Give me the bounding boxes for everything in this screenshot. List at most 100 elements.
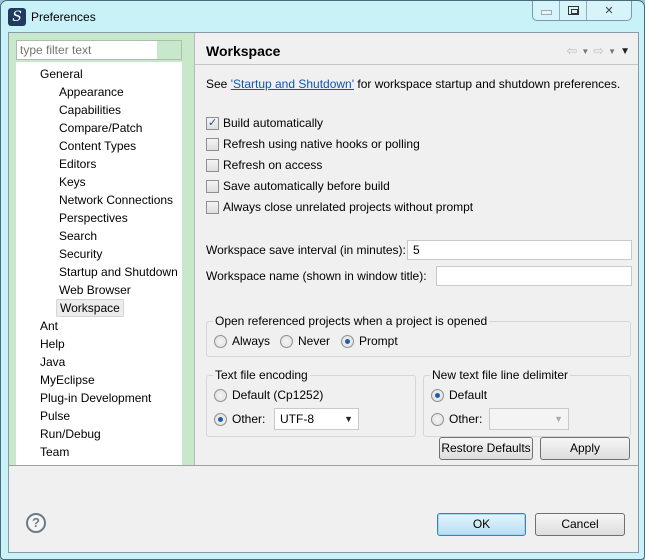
left-panel: GeneralAppearanceCapabilitiesCompare/Pat… <box>9 33 194 465</box>
tree-item-help[interactable]: Help <box>37 335 68 353</box>
dialog-body: GeneralAppearanceCapabilitiesCompare/Pat… <box>8 32 639 553</box>
save-interval-input[interactable] <box>407 240 632 260</box>
minimize-icon <box>540 10 552 15</box>
refresh-native-hooks-checkbox[interactable]: Refresh using native hooks or polling <box>206 136 420 152</box>
tree-item-compare-patch[interactable]: Compare/Patch <box>56 119 145 137</box>
delimiter-other-radio[interactable]: Other: <box>431 412 482 426</box>
tree-item-general[interactable]: General <box>37 65 86 83</box>
checkbox-box[interactable] <box>206 116 219 130</box>
tree-item-editors[interactable]: Editors <box>56 155 99 173</box>
view-menu-icon[interactable]: ▼ <box>620 46 630 57</box>
cancel-button[interactable]: Cancel <box>535 513 625 536</box>
encoding-value: UTF-8 <box>280 412 314 426</box>
radio-always[interactable]: Always <box>214 334 270 348</box>
tree-item-startup-and-shutdown[interactable]: Startup and Shutdown <box>56 263 181 281</box>
line-delimiter-group: New text file line delimiter Default Oth… <box>423 368 631 437</box>
filter-clear-area <box>157 41 181 59</box>
radio-label: Never <box>298 334 331 348</box>
app-logo-icon: S <box>8 8 26 26</box>
startup-shutdown-link[interactable]: 'Startup and Shutdown' <box>231 77 354 91</box>
tree-item-capabilities[interactable]: Capabilities <box>56 101 124 119</box>
close-unrelated-projects-checkbox[interactable]: Always close unrelated projects without … <box>206 199 473 215</box>
help-icon[interactable]: ? <box>26 513 46 533</box>
radio-button[interactable] <box>280 334 293 348</box>
checkbox-box[interactable] <box>206 200 219 214</box>
minimize-button[interactable] <box>533 1 560 20</box>
checkbox-label: Build automatically <box>223 116 324 130</box>
radio-label: Other: <box>449 412 483 426</box>
radio-label: Default (Cp1252) <box>232 388 324 402</box>
radio-label: Other: <box>232 412 266 426</box>
checkbox-box[interactable] <box>206 137 219 151</box>
radio-never[interactable]: Never <box>280 334 330 348</box>
radio-label: Default <box>449 388 488 402</box>
checkbox-box[interactable] <box>206 158 219 172</box>
title-bar[interactable]: S Preferences ✕ <box>1 1 644 33</box>
refresh-on-access-checkbox[interactable]: Refresh on access <box>206 157 322 173</box>
checkbox-label: Save automatically before build <box>223 179 390 193</box>
tree-item-myeclipse[interactable]: MyEclipse <box>37 371 98 389</box>
tree-item-plug-in-development[interactable]: Plug-in Development <box>37 389 154 407</box>
radio-button[interactable] <box>341 334 354 348</box>
restore-defaults-button[interactable]: Restore Defaults <box>439 437 533 460</box>
tree-item-workspace[interactable]: Workspace <box>56 299 124 317</box>
radio-label: Prompt <box>359 334 398 348</box>
tree-item-perspectives[interactable]: Perspectives <box>56 209 131 227</box>
tree-item-team[interactable]: Team <box>37 443 72 461</box>
right-panel: Workspace ⇦ ▼ ⇨ ▼ ▼ See 'Startup and Shu… <box>195 33 638 465</box>
tree-item-security[interactable]: Security <box>56 245 105 263</box>
maximize-button[interactable] <box>560 1 587 20</box>
page-header: Workspace ⇦ ▼ ⇨ ▼ ▼ <box>195 33 638 65</box>
tree-item-run-debug[interactable]: Run/Debug <box>37 425 104 443</box>
checkbox-label: Refresh on access <box>223 158 323 172</box>
text-file-encoding-group: Text file encoding Default (Cp1252) Othe… <box>206 368 416 437</box>
window-title: Preferences <box>31 10 96 24</box>
tree-item-appearance[interactable]: Appearance <box>56 83 127 101</box>
ok-button[interactable]: OK <box>437 513 526 536</box>
close-icon: ✕ <box>604 5 614 17</box>
description-text: See 'Startup and Shutdown' for workspace… <box>206 77 620 91</box>
open-referenced-projects-group: Open referenced projects when a project … <box>206 314 631 357</box>
encoding-other-radio[interactable]: Other: <box>214 412 265 426</box>
tree-item-keys[interactable]: Keys <box>56 173 89 191</box>
radio-button[interactable] <box>431 388 444 402</box>
delimiter-default-radio[interactable]: Default <box>431 388 487 402</box>
radio-button[interactable] <box>214 412 227 426</box>
back-history-dropdown-icon[interactable]: ▼ <box>581 47 589 56</box>
preferences-window: S Preferences ✕ GeneralAppearanceCapabil… <box>0 0 645 560</box>
tree-item-pulse[interactable]: Pulse <box>37 407 73 425</box>
preference-tree: General Appearance Capabilities Compare/Pat… <box>16 62 182 465</box>
build-automatically-checkbox[interactable]: Build automatically <box>206 115 323 131</box>
forward-history-dropdown-icon[interactable]: ▼ <box>608 47 616 56</box>
tree-item-ant[interactable]: Ant <box>37 317 61 335</box>
apply-button[interactable]: Apply <box>540 437 630 460</box>
radio-button[interactable] <box>214 388 227 402</box>
tree-item-content-types[interactable]: Content Types <box>56 137 139 155</box>
maximize-icon <box>567 6 579 15</box>
filter-input[interactable] <box>17 41 157 59</box>
encoding-default-radio[interactable]: Default (Cp1252) <box>214 388 323 402</box>
radio-button[interactable] <box>431 412 444 426</box>
save-interval-label: Workspace save interval (in minutes): <box>206 243 406 257</box>
description-suffix: for workspace startup and shutdown prefe… <box>354 77 621 91</box>
encoding-select[interactable]: UTF-8 ▼ <box>274 408 359 430</box>
dialog-footer: ? OK Cancel <box>9 466 638 552</box>
checkbox-label: Refresh using native hooks or polling <box>223 137 420 151</box>
workspace-name-input[interactable] <box>436 266 632 286</box>
description-prefix: See <box>206 77 231 91</box>
tree-item-search[interactable]: Search <box>56 227 100 245</box>
forward-arrow-icon[interactable]: ⇨ <box>593 43 604 59</box>
checkbox-label: Always close unrelated projects without … <box>223 200 474 214</box>
tree-item-java[interactable]: Java <box>37 353 68 371</box>
tree-item-network-connections[interactable]: Network Connections <box>56 191 176 209</box>
radio-prompt[interactable]: Prompt <box>341 334 398 348</box>
window-controls: ✕ <box>532 1 632 21</box>
group-title: Open referenced projects when a project … <box>213 314 490 328</box>
checkbox-box[interactable] <box>206 179 219 193</box>
tree-item-web-browser[interactable]: Web Browser <box>56 281 134 299</box>
delimiter-select[interactable]: ▼ <box>489 408 569 430</box>
save-before-build-checkbox[interactable]: Save automatically before build <box>206 178 390 194</box>
back-arrow-icon[interactable]: ⇦ <box>566 43 577 59</box>
close-button[interactable]: ✕ <box>587 1 631 20</box>
radio-button[interactable] <box>214 334 227 348</box>
